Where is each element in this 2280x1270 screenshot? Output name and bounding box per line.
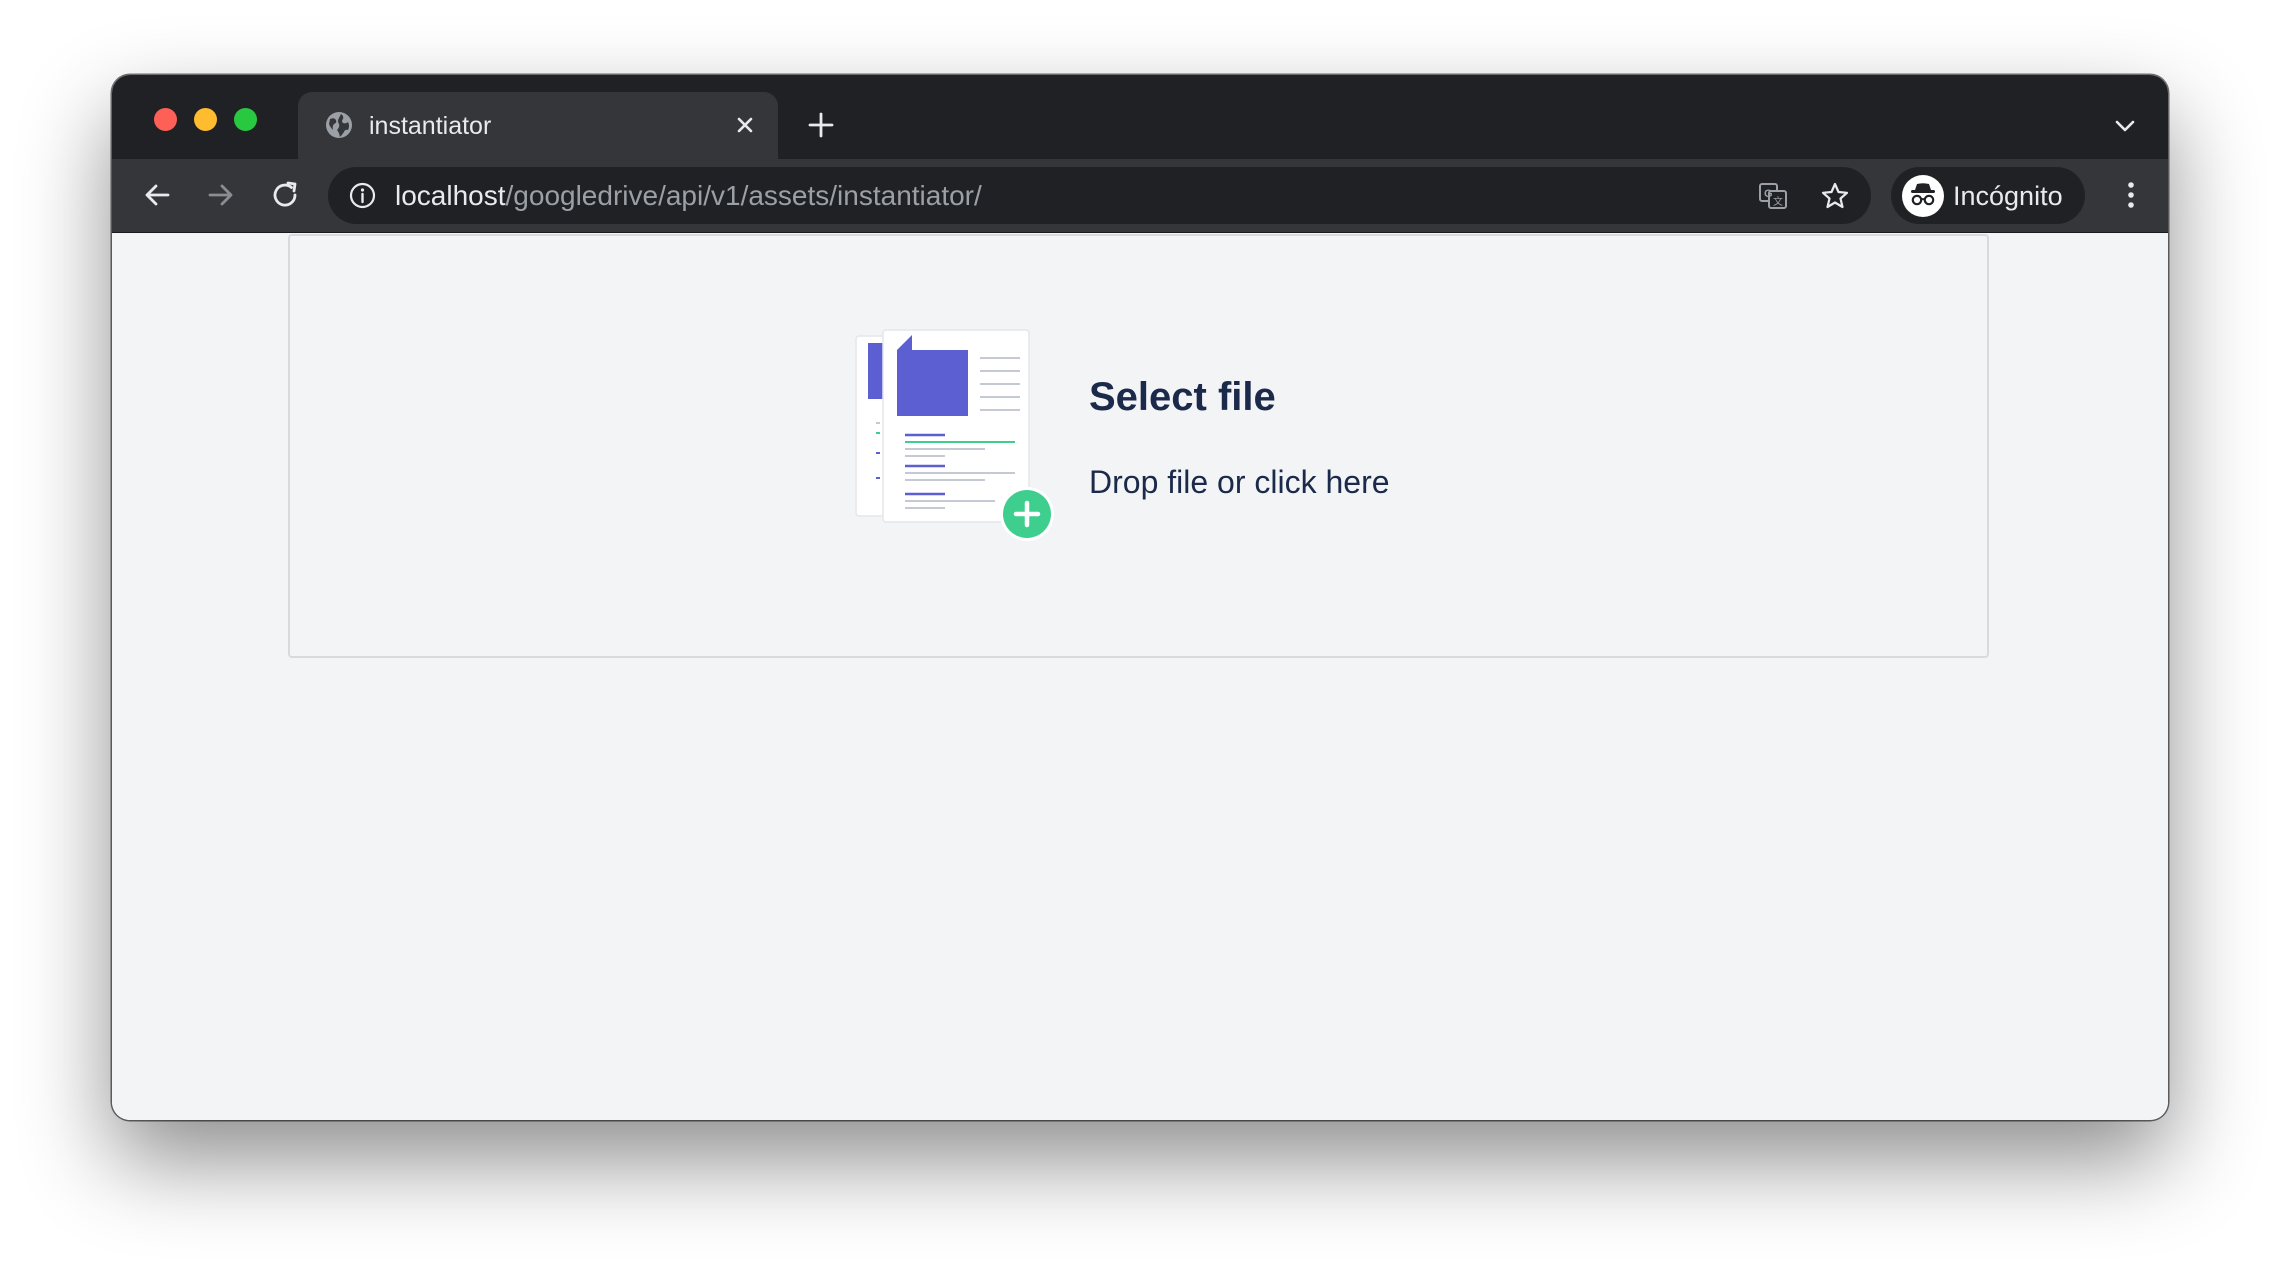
chevron-down-icon[interactable] xyxy=(2112,113,2138,139)
url-host: localhost xyxy=(395,180,506,211)
new-tab-icon[interactable] xyxy=(805,109,837,141)
browser-window: instantiator localhost/googledrive/api/v… xyxy=(112,75,2168,1120)
incognito-icon xyxy=(1911,183,1935,206)
svg-text:G: G xyxy=(1764,188,1773,200)
browser-toolbar: localhost/googledrive/api/v1/assets/inst… xyxy=(112,159,2168,233)
tab-title: instantiator xyxy=(369,112,492,140)
page-content: Select file Drop file or click here xyxy=(112,233,2168,1120)
reload-icon[interactable] xyxy=(268,178,302,212)
add-file-illustration-icon xyxy=(855,329,1054,541)
globe-icon xyxy=(326,112,352,138)
close-window-button[interactable] xyxy=(154,108,177,131)
close-tab-icon[interactable] xyxy=(730,110,760,140)
back-arrow-icon[interactable] xyxy=(140,178,174,212)
dropzone-title: Select file xyxy=(1089,375,1276,419)
bookmark-star-icon[interactable] xyxy=(1819,180,1851,212)
tab-strip: instantiator xyxy=(112,75,2168,159)
svg-text:文: 文 xyxy=(1773,195,1783,208)
dropzone-subtitle: Drop file or click here xyxy=(1089,464,1390,500)
zoom-window-button[interactable] xyxy=(234,108,257,131)
url-path: /googledrive/api/v1/assets/instantiator/ xyxy=(505,180,982,211)
profile-label: Incógnito xyxy=(1953,181,2063,211)
url-text[interactable]: localhost/googledrive/api/v1/assets/inst… xyxy=(395,180,982,212)
tab-instantiator[interactable]: instantiator xyxy=(298,92,778,159)
file-dropzone[interactable]: Select file Drop file or click here xyxy=(288,234,1989,658)
forward-arrow-icon[interactable] xyxy=(204,178,238,212)
address-bar[interactable]: localhost/googledrive/api/v1/assets/inst… xyxy=(328,167,1871,224)
avatar xyxy=(1902,175,1944,217)
profile-chip[interactable]: Incógnito xyxy=(1891,167,2085,224)
translate-icon[interactable]: G 文 xyxy=(1757,180,1789,212)
info-icon[interactable] xyxy=(348,181,377,210)
more-menu-icon[interactable] xyxy=(2114,178,2148,212)
minimize-window-button[interactable] xyxy=(194,108,217,131)
